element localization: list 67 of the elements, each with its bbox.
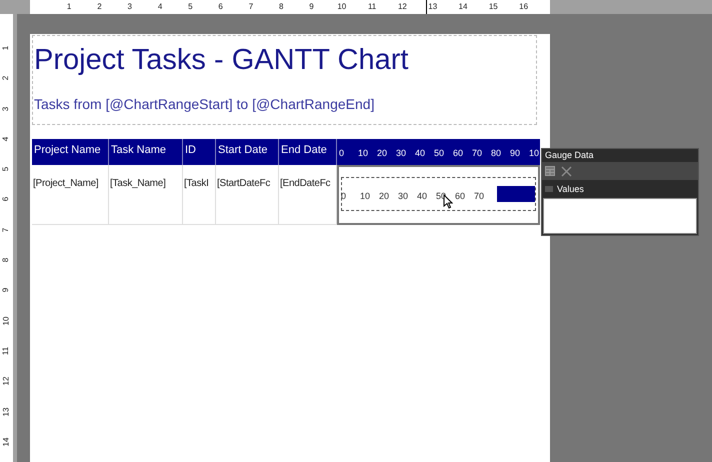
- scale-label: 20: [377, 148, 388, 158]
- ruler-number: 12: [0, 377, 12, 388]
- ruler-number: 9: [0, 287, 12, 295]
- panel-title: Gauge Data: [544, 149, 595, 162]
- scale-label: 0: [339, 148, 344, 158]
- scale-label: 10: [358, 148, 368, 158]
- table-cell: [EndDateFc: [280, 178, 330, 189]
- close-icon[interactable]: [561, 166, 572, 176]
- ruler-number: 7: [0, 226, 12, 234]
- ruler-number: 14: [458, 3, 468, 11]
- scale-label: 10: [529, 148, 540, 158]
- column-header: ID: [183, 139, 216, 165]
- ruler-number: 15: [488, 3, 499, 11]
- ruler-number: 6: [217, 3, 224, 11]
- ruler-number: 7: [248, 3, 254, 11]
- scale-label: 40: [415, 148, 426, 158]
- ruler-number: 13: [0, 408, 12, 418]
- column-header: Project Name: [32, 139, 109, 165]
- ruler-number: 10: [336, 3, 348, 11]
- ruler-number: 3: [126, 3, 133, 11]
- gauge-scale-label: 60: [455, 191, 466, 201]
- ruler-number: 5: [0, 166, 12, 174]
- gauge-scale-label: 0: [341, 191, 346, 201]
- ruler-number: 10: [0, 316, 12, 328]
- ruler-number: 5: [187, 3, 194, 11]
- ruler-number: 2: [0, 75, 12, 83]
- table-cell: [Task_Name]: [110, 178, 166, 189]
- ruler-number: 1: [0, 44, 12, 52]
- ruler-number: 3: [0, 105, 12, 113]
- gauge-bar: [497, 186, 535, 202]
- ruler-number: 8: [278, 3, 284, 11]
- ruler-number: 16: [518, 3, 530, 11]
- column-header: Task Name: [109, 139, 183, 165]
- ruler-number: 13: [427, 3, 438, 11]
- ruler-number: 11: [0, 346, 12, 358]
- ruler-number: 14: [0, 438, 12, 448]
- ruler-number: 1: [66, 3, 72, 11]
- scale-label: 90: [510, 148, 520, 158]
- ruler-number: 12: [396, 3, 408, 11]
- column-header: Start Date: [216, 139, 279, 165]
- values-list[interactable]: [543, 198, 697, 234]
- gauge-scale-label: 10: [360, 191, 370, 201]
- scale-label: 80: [491, 148, 502, 158]
- values-icon: [545, 186, 553, 192]
- gauge-scale-label: 30: [398, 191, 408, 201]
- gauge-scale-label: 70: [474, 191, 484, 201]
- gauge-scale-label: 20: [379, 191, 390, 201]
- ruler-number: 4: [156, 3, 164, 11]
- report-title: Project Tasks - GANTT Chart: [34, 43, 410, 78]
- section-label: Values: [557, 184, 584, 194]
- scale-label: 60: [453, 148, 464, 158]
- table-cell: [Project_Name]: [33, 178, 98, 189]
- column-header: End Date: [279, 139, 337, 165]
- ruler-number: 8: [0, 256, 12, 264]
- ruler-number: 2: [96, 3, 103, 11]
- ruler-number: 11: [366, 3, 378, 11]
- report-subtitle: Tasks from [@ChartRangeStart] to [@ChartRangeEnd]: [34, 95, 376, 114]
- scale-label: 70: [472, 148, 482, 158]
- ruler-number: 9: [308, 3, 315, 11]
- gauge-scale-label: 40: [417, 191, 428, 201]
- scale-label: 30: [396, 148, 406, 158]
- table-cell: [TaskI: [184, 178, 209, 189]
- table-cell: [StartDateFc: [217, 178, 270, 189]
- ruler-number: 6: [0, 196, 12, 204]
- ruler-number: 4: [0, 136, 12, 144]
- scale-label: 50: [434, 148, 444, 158]
- grid-icon[interactable]: [545, 166, 555, 176]
